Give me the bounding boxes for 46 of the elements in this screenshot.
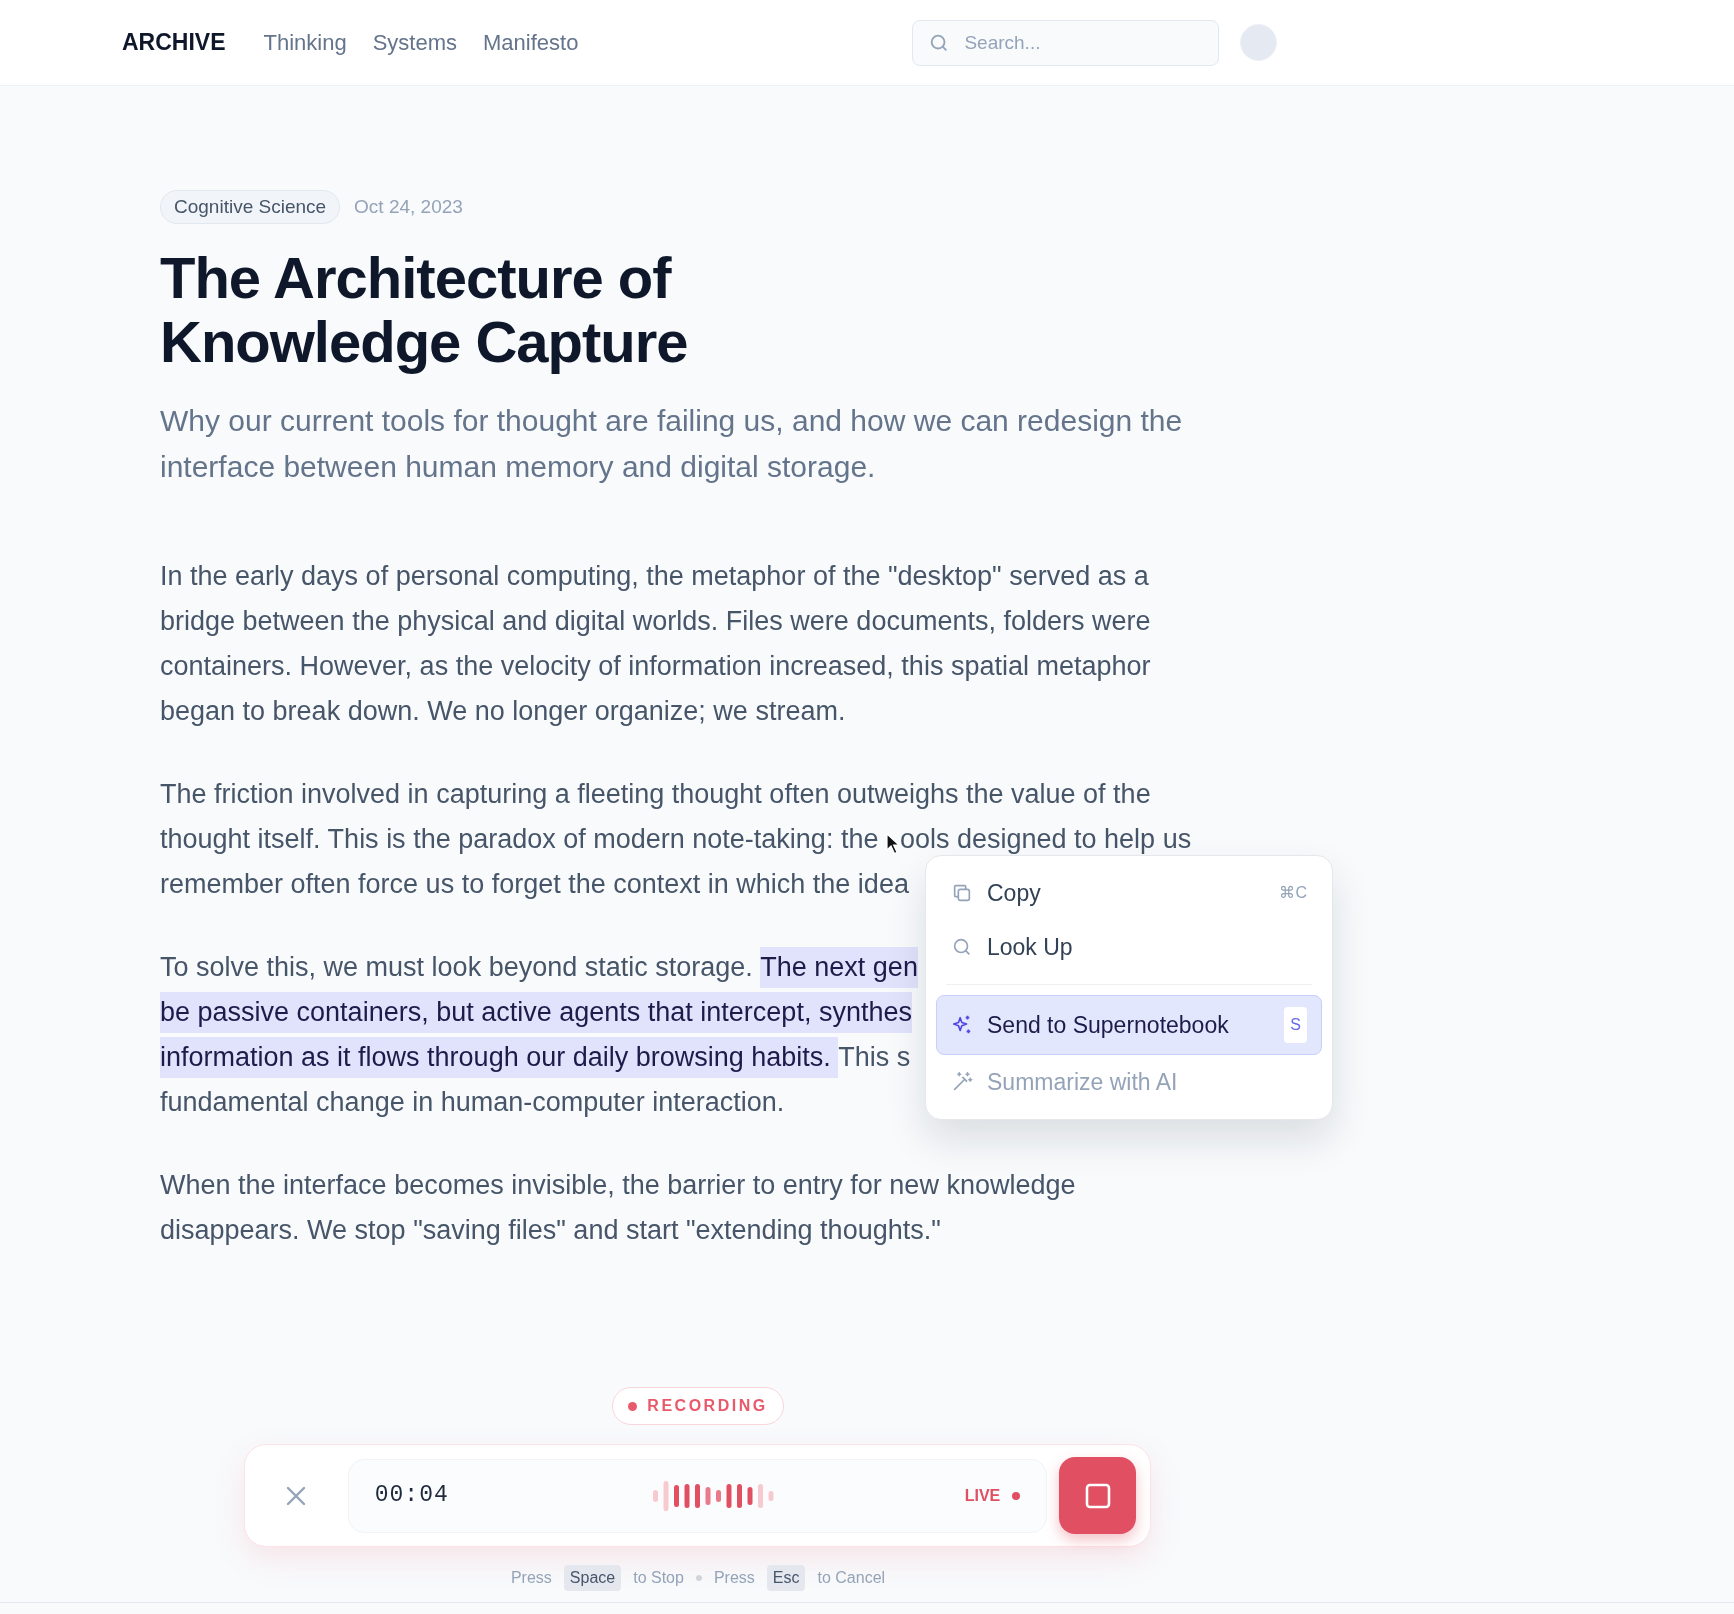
logo[interactable]: ARCHIVE: [122, 25, 226, 60]
text-line: thought itself. This is the paradox of modern note-taking: the: [160, 823, 880, 857]
article-subtitle: Why our current tools for thought are failing us, and how we can redesign the interface between human memory and digital storage.: [160, 403, 1183, 485]
date: Oct 24, 2023: [354, 194, 463, 219]
live-label: LIVE: [964, 1485, 1001, 1506]
text-line: disappears. We stop "saving files" and start "extending thoughts.": [160, 1214, 941, 1248]
text-line: fundamental change in human-computer interaction.: [160, 1086, 785, 1120]
search-field[interactable]: Search...: [912, 19, 1220, 66]
text-line: This s: [838, 1041, 911, 1075]
nav-link[interactable]: Thinking: [263, 26, 347, 59]
text-line: remember often force us to forget the context in which the idea: [160, 868, 909, 902]
key-label: Esc: [766, 1565, 806, 1591]
copy-icon: [951, 882, 973, 904]
search-icon: [951, 936, 973, 958]
recording-label: RECORDING: [647, 1396, 768, 1416]
nav-link[interactable]: Manifesto: [483, 26, 579, 59]
shortcut-label: ⌘C: [1279, 883, 1307, 903]
text-line: ools designed to help us: [899, 823, 1192, 857]
text-line: In the early days of personal computing, the metaphor of the "desktop" served as a: [160, 560, 1149, 594]
highlighted-text: The next gen: [760, 947, 918, 988]
menu-item[interactable]: Copy ⌘C: [936, 866, 1322, 920]
highlighted-text: be passive containers, but active agents that intercept, synthes: [160, 992, 912, 1033]
nav-link[interactable]: Systems: [372, 26, 458, 59]
text-line: When the interface becomes invisible, the barrier to entry for new knowledge: [160, 1169, 1076, 1203]
stop-icon: [1084, 1482, 1111, 1509]
hint-text: Press: [510, 1568, 552, 1588]
key-label: Space: [563, 1565, 622, 1591]
timer: 00:04: [374, 1481, 449, 1511]
magic-wand-icon: [951, 1071, 973, 1093]
hint-text: Press: [713, 1568, 755, 1588]
text-line: To solve this, we must look beyond static storage.: [160, 951, 754, 985]
stop-button[interactable]: [1059, 1457, 1136, 1534]
hint-text: to Stop: [633, 1568, 684, 1588]
text-line: The friction involved in capturing a fleeting thought often outweighs the value of the: [160, 778, 1151, 812]
menu-item[interactable]: Look Up: [936, 920, 1322, 974]
text-line: began to break down. We no longer organize; we stream.: [160, 695, 846, 729]
hint-text: to Cancel: [817, 1568, 886, 1588]
menu-item[interactable]: Send to Supernotebook S: [936, 995, 1322, 1055]
highlighted-text: information as it flows through our daily browsing habits.: [160, 1037, 839, 1078]
shortcut-label: S: [1284, 1007, 1307, 1043]
text-line: containers. However, as the velocity of information increased, this spatial metaphor: [160, 650, 1151, 684]
sparkle-icon: [951, 1014, 973, 1036]
text-line: bridge between the physical and digital worlds. Files were documents, folders were: [160, 605, 1151, 639]
category-tag[interactable]: Cognitive Science: [160, 190, 341, 224]
article-title: The Architecture of Knowledge Capture: [160, 246, 688, 374]
avatar[interactable]: [1240, 24, 1278, 61]
